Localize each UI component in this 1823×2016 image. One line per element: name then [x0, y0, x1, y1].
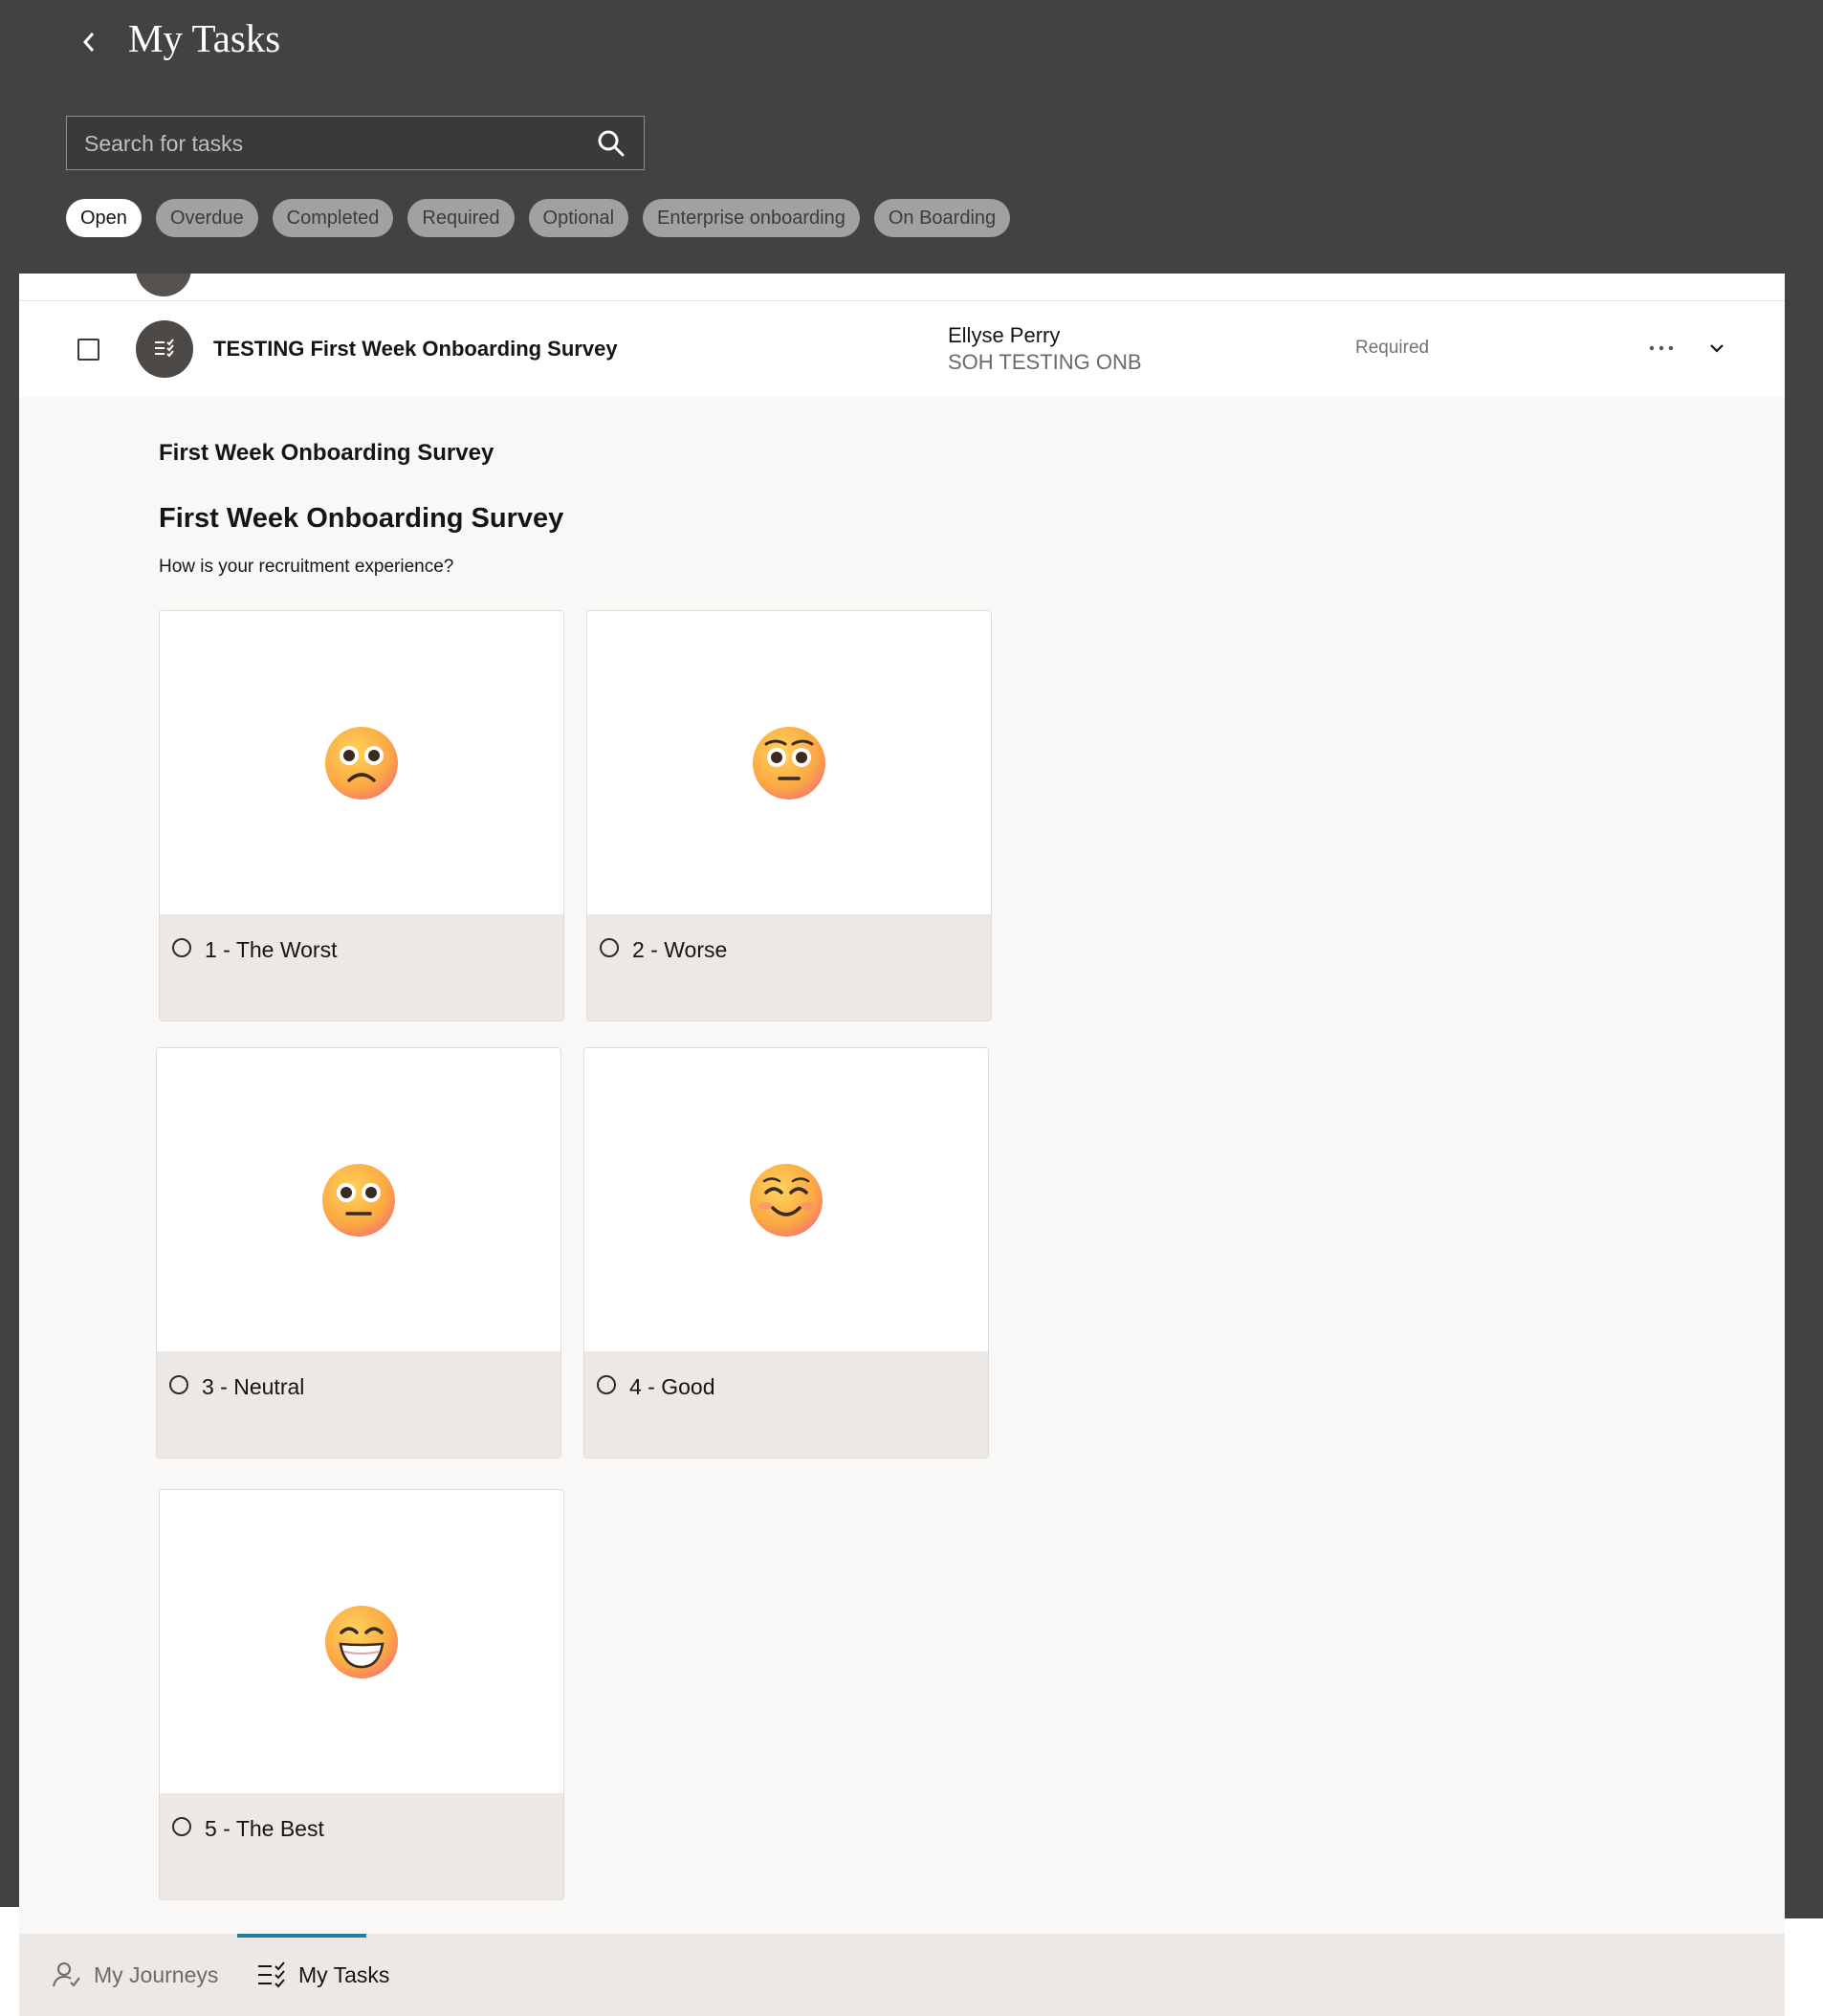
option-card-1[interactable]: 1 - The Worst — [159, 610, 564, 1021]
option-label[interactable]: 3 - Neutral — [202, 1374, 304, 1400]
option-label[interactable]: 2 - Worse — [632, 937, 727, 963]
filter-chip-enterprise-onboarding[interactable]: Enterprise onboarding — [643, 199, 860, 237]
search-input[interactable] — [82, 117, 583, 171]
search-icon[interactable] — [596, 128, 626, 159]
chevron-left-icon — [82, 33, 95, 52]
unamused-face-icon — [753, 726, 825, 800]
option-label-area[interactable]: 5 - The Best — [160, 1793, 563, 1899]
emoji-area — [584, 1048, 988, 1351]
option-label[interactable]: 4 - Good — [629, 1374, 715, 1400]
edge-strip — [0, 1907, 19, 2016]
chevron-down-icon — [1710, 344, 1724, 353]
back-button[interactable] — [75, 23, 103, 61]
option-label[interactable]: 1 - The Worst — [205, 937, 337, 963]
task-title[interactable]: TESTING First Week Onboarding Survey — [213, 337, 618, 362]
option-radio[interactable] — [172, 1817, 191, 1836]
option-radio[interactable] — [172, 938, 191, 957]
bottom-nav: My Journeys My Tasks — [19, 1934, 1785, 2016]
option-card-2[interactable]: 2 - Worse — [586, 610, 992, 1021]
survey-title: First Week Onboarding Survey — [159, 503, 564, 534]
option-card-3[interactable]: 3 - Neutral — [156, 1047, 561, 1458]
neutral-face-icon — [322, 1163, 395, 1237]
option-label[interactable]: 5 - The Best — [205, 1816, 324, 1842]
smiling-face-icon — [750, 1163, 823, 1237]
option-radio[interactable] — [169, 1375, 188, 1394]
option-card-4[interactable]: 4 - Good — [583, 1047, 989, 1458]
option-label-area[interactable]: 3 - Neutral — [157, 1351, 560, 1457]
emoji-area — [160, 611, 563, 914]
assignee-org: SOH TESTING ONB — [948, 350, 1142, 374]
task-list-icon — [258, 1961, 285, 1988]
filter-chip-optional[interactable]: Optional — [528, 199, 629, 237]
task-checkbox[interactable] — [77, 339, 99, 361]
task-row[interactable]: TESTING First Week Onboarding Survey Ell… — [19, 301, 1785, 397]
filter-chip-required[interactable]: Required — [407, 199, 515, 237]
option-card-5[interactable]: 5 - The Best — [159, 1489, 564, 1900]
filter-chip-overdue[interactable]: Overdue — [155, 199, 258, 237]
task-list-panel: TESTING First Week Onboarding Survey Ell… — [19, 274, 1785, 1934]
option-label-area[interactable]: 4 - Good — [584, 1351, 988, 1457]
option-label-area[interactable]: 1 - The Worst — [160, 914, 563, 1020]
task-avatar — [136, 274, 191, 296]
collapse-button[interactable] — [1702, 334, 1731, 362]
filter-chip-open[interactable]: Open — [66, 199, 142, 237]
filter-chips: Open Overdue Completed Required Optional… — [66, 199, 1011, 237]
filter-chip-completed[interactable]: Completed — [272, 199, 394, 237]
assignee-name: Ellyse Perry — [948, 323, 1061, 347]
task-avatar — [136, 320, 193, 378]
option-radio[interactable] — [597, 1375, 616, 1394]
nav-my-tasks[interactable]: My Tasks — [256, 1934, 389, 2016]
previous-task-row[interactable] — [19, 274, 1785, 301]
grinning-face-icon — [325, 1605, 398, 1678]
page-title: My Tasks — [128, 16, 281, 60]
active-tab-indicator — [237, 1934, 366, 1938]
survey-checklist-icon — [155, 339, 174, 358]
emoji-area — [587, 611, 991, 914]
emoji-area — [160, 1490, 563, 1793]
nav-label: My Tasks — [298, 1961, 390, 1987]
more-actions-button[interactable] — [1645, 334, 1678, 362]
more-horizontal-icon — [1649, 345, 1674, 351]
survey-question: How is your recruitment experience? — [159, 557, 454, 577]
emoji-area — [157, 1048, 560, 1351]
app-header: My Tasks Open Overdue Completed Required… — [0, 0, 1823, 274]
user-check-icon — [53, 1962, 80, 1987]
nav-label: My Journeys — [94, 1961, 219, 1987]
task-status: Required — [1355, 338, 1430, 358]
filter-chip-on-boarding[interactable]: On Boarding — [873, 199, 1011, 237]
option-label-area[interactable]: 2 - Worse — [587, 914, 991, 1020]
sad-face-icon — [325, 726, 398, 800]
nav-my-journeys[interactable]: My Journeys — [52, 1934, 218, 2016]
option-radio[interactable] — [600, 938, 619, 957]
survey-section-title: First Week Onboarding Survey — [159, 440, 494, 466]
search-box — [66, 116, 645, 171]
edge-strip — [1785, 1918, 1823, 2016]
